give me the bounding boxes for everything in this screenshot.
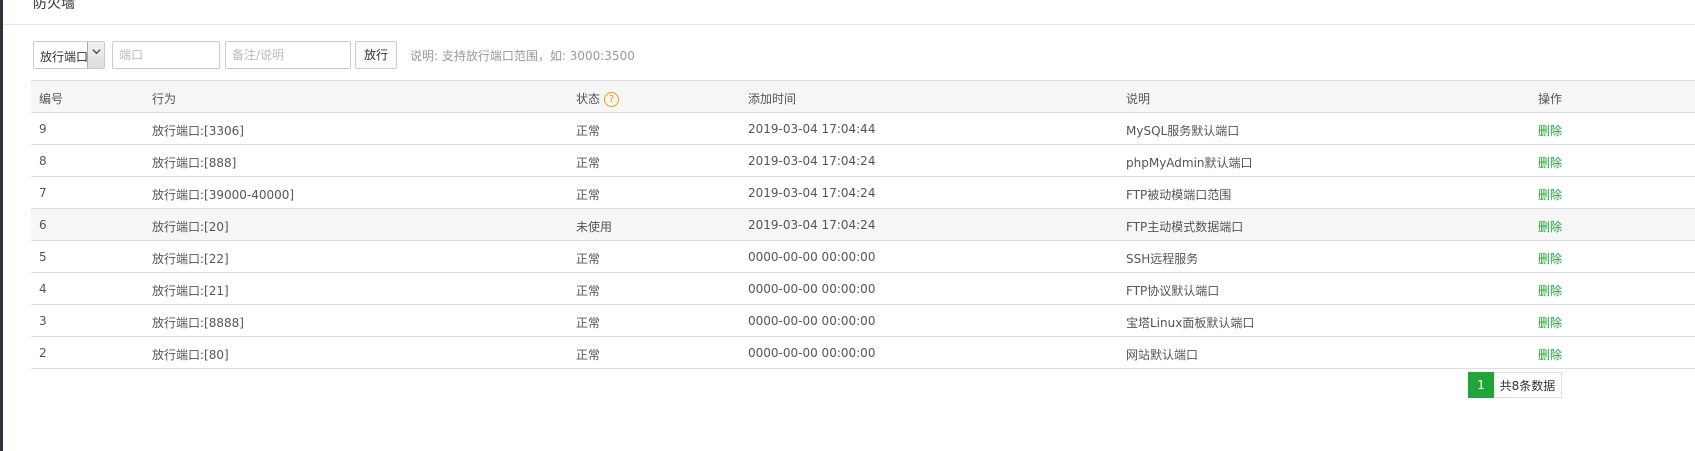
- cell-time: 2019-03-04 17:04:44: [748, 122, 876, 136]
- allow-port-button[interactable]: 放行: [355, 41, 397, 69]
- cell-desc: 宝塔Linux面板默认端口: [1126, 316, 1255, 330]
- cell-id: 6: [39, 218, 47, 232]
- page-title: 防火墙: [33, 0, 75, 12]
- table-row: 9 放行端口:[3306] 正常 2019-03-04 17:04:44 MySQL服务…: [31, 113, 1695, 145]
- col-header-id: 编号: [39, 92, 64, 106]
- table-row: 2 放行端口:[80] 正常 0000-00-00 00:00:00 网站默认端口 删除: [31, 337, 1695, 369]
- cell-time: 0000-00-00 00:00:00: [748, 314, 876, 328]
- table-row: 6 放行端口:[20] 未使用 2019-03-04 17:04:24 FTP主动模式数…: [31, 209, 1695, 241]
- table-row: 5 放行端口:[22] 正常 0000-00-00 00:00:00 SSH远程服务 删除: [31, 241, 1695, 273]
- cell-action: 放行端口:[80]: [152, 348, 229, 362]
- cell-time: 0000-00-00 00:00:00: [748, 250, 876, 264]
- cell-action: 放行端口:[888]: [152, 156, 237, 170]
- delete-link[interactable]: 删除: [1538, 186, 1562, 203]
- col-header-action: 行为: [152, 92, 177, 106]
- firewall-panel: 防火墙 放行端口 放行 说明: 支持放行端口范围，如: 3000:3500 编号…: [3, 0, 1695, 451]
- cell-desc: MySQL服务默认端口: [1126, 124, 1240, 138]
- cell-status: 正常: [576, 124, 601, 138]
- cell-desc: FTP协议默认端口: [1126, 284, 1220, 298]
- cell-status: 未使用: [576, 220, 613, 234]
- cell-id: 7: [39, 186, 47, 200]
- cell-action: 放行端口:[39000-40000]: [152, 188, 295, 202]
- cell-status: 正常: [576, 284, 601, 298]
- cell-desc: phpMyAdmin默认端口: [1126, 156, 1253, 170]
- cell-status: 正常: [576, 316, 601, 330]
- note-input[interactable]: [225, 41, 351, 69]
- delete-link[interactable]: 删除: [1538, 250, 1562, 267]
- port-input[interactable]: [112, 41, 220, 69]
- rule-type-select[interactable]: 放行端口: [33, 41, 105, 69]
- cell-desc: 网站默认端口: [1126, 348, 1199, 362]
- col-header-op: 操作: [1538, 92, 1563, 106]
- cell-desc: SSH远程服务: [1126, 252, 1199, 266]
- col-header-desc: 说明: [1126, 92, 1151, 106]
- rule-type-value: 放行端口: [40, 50, 89, 64]
- col-header-time: 添加时间: [748, 92, 797, 106]
- delete-link[interactable]: 删除: [1538, 154, 1562, 171]
- cell-time: 0000-00-00 00:00:00: [748, 346, 876, 360]
- cell-action: 放行端口:[20]: [152, 220, 229, 234]
- cell-status: 正常: [576, 252, 601, 266]
- cell-status: 正常: [576, 188, 601, 202]
- cell-desc: FTP被动模端口范围: [1126, 188, 1232, 202]
- cell-id: 9: [39, 122, 47, 136]
- firewall-rules-table: 编号 行为 状态? 添加时间 说明 操作 9 放行端口:[3306] 正常 2019-…: [31, 80, 1695, 369]
- cell-id: 5: [39, 250, 47, 264]
- cell-desc: FTP主动模式数据端口: [1126, 220, 1244, 234]
- cell-action: 放行端口:[3306]: [152, 124, 244, 138]
- cell-action: 放行端口:[21]: [152, 284, 229, 298]
- delete-link[interactable]: 删除: [1538, 122, 1562, 139]
- table-row: 3 放行端口:[8888] 正常 0000-00-00 00:00:00 宝塔Linux…: [31, 305, 1695, 337]
- page-1-button[interactable]: 1: [1468, 372, 1494, 398]
- table-row: 4 放行端口:[21] 正常 0000-00-00 00:00:00 FTP协议默认端口…: [31, 273, 1695, 305]
- table-row: 7 放行端口:[39000-40000] 正常 2019-03-04 17:04:24…: [31, 177, 1695, 209]
- cell-status: 正常: [576, 348, 601, 362]
- question-icon[interactable]: ?: [604, 92, 620, 107]
- table-row: 8 放行端口:[888] 正常 2019-03-04 17:04:24 phpMyAdm…: [31, 145, 1695, 177]
- delete-link[interactable]: 删除: [1538, 314, 1562, 331]
- cell-id: 3: [39, 314, 47, 328]
- delete-link[interactable]: 删除: [1538, 218, 1562, 235]
- col-header-status: 状态?: [576, 90, 620, 107]
- total-count: 共8条数据: [1494, 372, 1562, 398]
- chevron-down-icon[interactable]: [87, 42, 104, 68]
- cell-id: 4: [39, 282, 47, 296]
- cell-action: 放行端口:[22]: [152, 252, 229, 266]
- cell-id: 8: [39, 154, 47, 168]
- cell-time: 2019-03-04 17:04:24: [748, 154, 876, 168]
- delete-link[interactable]: 删除: [1538, 282, 1562, 299]
- cell-time: 0000-00-00 00:00:00: [748, 282, 876, 296]
- cell-action: 放行端口:[8888]: [152, 316, 244, 330]
- cell-status: 正常: [576, 156, 601, 170]
- usage-hint: 说明: 支持放行端口范围，如: 3000:3500: [410, 49, 635, 63]
- delete-link[interactable]: 删除: [1538, 346, 1562, 363]
- cell-time: 2019-03-04 17:04:24: [748, 186, 876, 200]
- panel-header: 防火墙: [3, 0, 1695, 25]
- col-header-status-label: 状态: [576, 92, 601, 106]
- cell-time: 2019-03-04 17:04:24: [748, 218, 876, 232]
- cell-id: 2: [39, 346, 47, 360]
- table-header-row: 编号 行为 状态? 添加时间 说明 操作: [31, 81, 1695, 113]
